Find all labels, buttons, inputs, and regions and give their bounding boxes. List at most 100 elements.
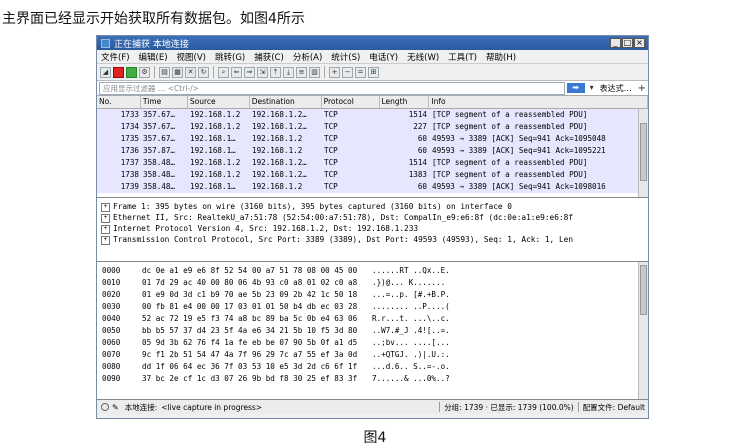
hex-row: 0060 05 9d 3b 62 76 f4 1a fe eb be 07 90 5… bbox=[102, 338, 450, 347]
toolbar-separator bbox=[213, 66, 214, 78]
hex-row: 0040 52 ac 72 19 e5 f3 74 a8 bc 89 ba 5c 0… bbox=[102, 314, 450, 323]
app-icon bbox=[101, 38, 110, 48]
window-title: 正在捕获 本地连接 bbox=[114, 39, 189, 50]
status-interface: 本地连接: bbox=[124, 402, 158, 412]
menu-help[interactable]: 帮助(H) bbox=[486, 51, 516, 63]
menu-capture[interactable]: 捕获(C) bbox=[254, 51, 284, 63]
expand-icon[interactable]: + bbox=[101, 235, 110, 245]
add-filter-button[interactable]: + bbox=[638, 83, 646, 94]
restart-capture-icon[interactable] bbox=[126, 66, 137, 78]
menu-wireless[interactable]: 无线(W) bbox=[407, 51, 439, 63]
resize-columns-icon[interactable]: ⊞ bbox=[368, 66, 379, 78]
menu-bar: 文件(F) 编辑(E) 视图(V) 跳转(G) 捕获(C) 分析(A) 统计(S… bbox=[97, 50, 648, 64]
first-packet-icon[interactable]: ⤒ bbox=[270, 66, 281, 78]
table-row[interactable]: 1734 357.67… 192.168.1.2 192.168.1.2… TC… bbox=[97, 121, 648, 133]
window-controls: _ □ × bbox=[610, 38, 645, 48]
menu-analyze[interactable]: 分析(A) bbox=[293, 51, 322, 63]
hex-row: 0070 9c f1 2b 51 54 47 4a 7f 96 29 7c a7 5… bbox=[102, 350, 450, 359]
expand-icon[interactable]: + bbox=[101, 202, 110, 212]
status-profile[interactable]: 配置文件: Default bbox=[583, 402, 645, 413]
zoom-out-icon[interactable]: − bbox=[342, 66, 353, 78]
hex-row: 0050 bb b5 57 37 d4 23 5f 4a e6 34 21 5b 1… bbox=[102, 326, 450, 335]
filter-dropdown-icon[interactable]: ▾ bbox=[587, 83, 597, 93]
scrollbar-thumb[interactable] bbox=[640, 123, 647, 181]
hex-row: 0000 dc 0e a1 e9 e6 8f 52 54 00 a7 51 78 0… bbox=[102, 266, 450, 275]
minimize-button[interactable]: _ bbox=[610, 38, 621, 48]
menu-view[interactable]: 视图(V) bbox=[177, 51, 206, 63]
colorize-icon[interactable]: ▥ bbox=[309, 66, 320, 78]
reload-icon[interactable]: ↻ bbox=[198, 66, 209, 78]
last-packet-icon[interactable]: ⤓ bbox=[283, 66, 294, 78]
apply-filter-arrow-icon[interactable]: ➡ bbox=[566, 83, 585, 93]
normal-size-icon[interactable]: = bbox=[355, 66, 366, 78]
display-filter-input[interactable]: 应用显示过滤器 … <Ctrl-/> bbox=[99, 81, 565, 95]
menu-tools[interactable]: 工具(T) bbox=[448, 51, 477, 63]
menu-go[interactable]: 跳转(G) bbox=[215, 51, 245, 63]
go-to-packet-icon[interactable]: ⇲ bbox=[257, 66, 268, 78]
shark-fin-icon[interactable]: ◢ bbox=[100, 66, 111, 78]
status-bar: ✎ 本地连接: <live capture in progress> 分组: 1… bbox=[97, 400, 648, 414]
column-header-no[interactable]: No. bbox=[97, 96, 141, 108]
capture-options-icon[interactable]: ⚙ bbox=[139, 66, 150, 78]
packet-bytes-pane: 0000 dc 0e a1 e9 e6 8f 52 54 00 a7 51 78 0… bbox=[97, 262, 648, 400]
close-file-icon[interactable]: ✕ bbox=[185, 66, 196, 78]
hex-row: 0020 01 e9 0d 3d c1 b9 70 ae 5b 23 09 2b 4… bbox=[102, 290, 450, 299]
stop-capture-icon[interactable] bbox=[113, 66, 124, 78]
column-header-source[interactable]: Source bbox=[188, 96, 250, 108]
table-row[interactable]: 1736 357.87… 192.168.1… 192.168.1.2 TCP … bbox=[97, 145, 648, 157]
menu-statistics[interactable]: 统计(S) bbox=[331, 51, 360, 63]
expression-button[interactable]: 表达式… bbox=[600, 83, 632, 94]
detail-row-tcp[interactable]: + Transmission Control Protocol, Src Port… bbox=[97, 234, 648, 245]
zoom-in-icon[interactable]: + bbox=[329, 66, 340, 78]
status-divider bbox=[439, 402, 441, 412]
main-toolbar: ◢ ⚙ ▤ ▦ ✕ ↻ ⌕ ⇐ ⇒ ⇲ ⤒ ⤓ ≡ ▥ + − = ⊞ bbox=[97, 64, 648, 81]
column-header-protocol[interactable]: Protocol bbox=[322, 96, 380, 108]
detail-row-ethernet[interactable]: + Ethernet II, Src: RealtekU_a7:51:78 (52… bbox=[97, 212, 648, 223]
display-filter-bar: 应用显示过滤器 … <Ctrl-/> ➡ ▾ 表达式… + bbox=[97, 81, 648, 96]
bytes-pane-scrollbar[interactable] bbox=[638, 262, 648, 399]
open-file-icon[interactable]: ▤ bbox=[159, 66, 170, 78]
toolbar-separator bbox=[154, 66, 155, 78]
table-row[interactable]: 1733 357.67… 192.168.1.2 192.168.1.2… TC… bbox=[97, 109, 648, 121]
expand-icon[interactable]: + bbox=[101, 224, 110, 234]
close-button[interactable]: × bbox=[634, 38, 645, 48]
autoscroll-icon[interactable]: ≡ bbox=[296, 66, 307, 78]
detail-row-ip[interactable]: + Internet Protocol Version 4, Src: 192.1… bbox=[97, 223, 648, 234]
save-file-icon[interactable]: ▦ bbox=[172, 66, 183, 78]
menu-edit[interactable]: 编辑(E) bbox=[139, 51, 168, 63]
hex-row: 0010 01 7d 29 ac 40 00 80 06 4b 93 c0 a8 0… bbox=[102, 278, 446, 287]
column-header-length[interactable]: Length bbox=[380, 96, 430, 108]
packet-details-pane: + Frame 1: 395 bytes on wire (3160 bits),… bbox=[97, 198, 648, 262]
menu-file[interactable]: 文件(F) bbox=[101, 51, 130, 63]
column-header-time[interactable]: Time bbox=[141, 96, 188, 108]
top-caption: 主界面已经显示开始获取所有数据包。如图4所示 bbox=[2, 11, 305, 27]
packet-list-header: No. Time Source Destination Protocol Len… bbox=[97, 96, 648, 109]
maximize-button[interactable]: □ bbox=[622, 38, 633, 48]
table-row[interactable]: 1739 358.48… 192.168.1… 192.168.1.2 TCP … bbox=[97, 181, 648, 193]
table-row[interactable]: 1735 357.67… 192.168.1… 192.168.1.2 TCP … bbox=[97, 133, 648, 145]
expand-icon[interactable]: + bbox=[101, 213, 110, 223]
packet-list: 1733 357.67… 192.168.1.2 192.168.1.2… TC… bbox=[97, 109, 648, 198]
status-packets: 分组: 1739 · 已显示: 1739 (100.0%) bbox=[444, 402, 574, 412]
column-header-info[interactable]: Info bbox=[429, 96, 648, 108]
status-divider bbox=[577, 402, 579, 412]
scrollbar-thumb[interactable] bbox=[640, 265, 647, 315]
toolbar-separator bbox=[324, 66, 325, 78]
column-header-destination[interactable]: Destination bbox=[250, 96, 322, 108]
hex-row: 0030 00 fb 81 e4 00 00 17 03 01 01 50 b4 d… bbox=[102, 302, 450, 311]
menu-telephony[interactable]: 电话(Y) bbox=[369, 51, 398, 63]
title-bar: 正在捕获 本地连接 _ □ × bbox=[97, 36, 648, 50]
table-row[interactable]: 1737 358.48… 192.168.1.2 192.168.1.2… TC… bbox=[97, 157, 648, 169]
hex-row: 0090 37 bc 2e cf 1c d3 07 26 9b bd f8 30 2… bbox=[102, 374, 450, 383]
go-back-icon[interactable]: ⇐ bbox=[231, 66, 242, 78]
edit-comment-icon[interactable]: ✎ bbox=[112, 403, 119, 412]
table-row[interactable]: 1738 358.48… 192.168.1.2 192.168.1.2… TC… bbox=[97, 169, 648, 181]
status-capture: <live capture in progress> bbox=[161, 402, 263, 412]
wireshark-window: 正在捕获 本地连接 _ □ × 文件(F) 编辑(E) 视图(V) 跳转(G) … bbox=[96, 35, 649, 419]
detail-row-frame[interactable]: + Frame 1: 395 bytes on wire (3160 bits),… bbox=[97, 201, 648, 212]
find-packet-icon[interactable]: ⌕ bbox=[218, 66, 229, 78]
go-forward-icon[interactable]: ⇒ bbox=[244, 66, 255, 78]
hex-row: 0080 dd 1f 06 64 ec 36 7f 03 53 10 e5 3d 2… bbox=[102, 362, 450, 371]
packet-list-scrollbar[interactable] bbox=[638, 109, 648, 197]
capture-status-icon[interactable] bbox=[101, 403, 109, 411]
